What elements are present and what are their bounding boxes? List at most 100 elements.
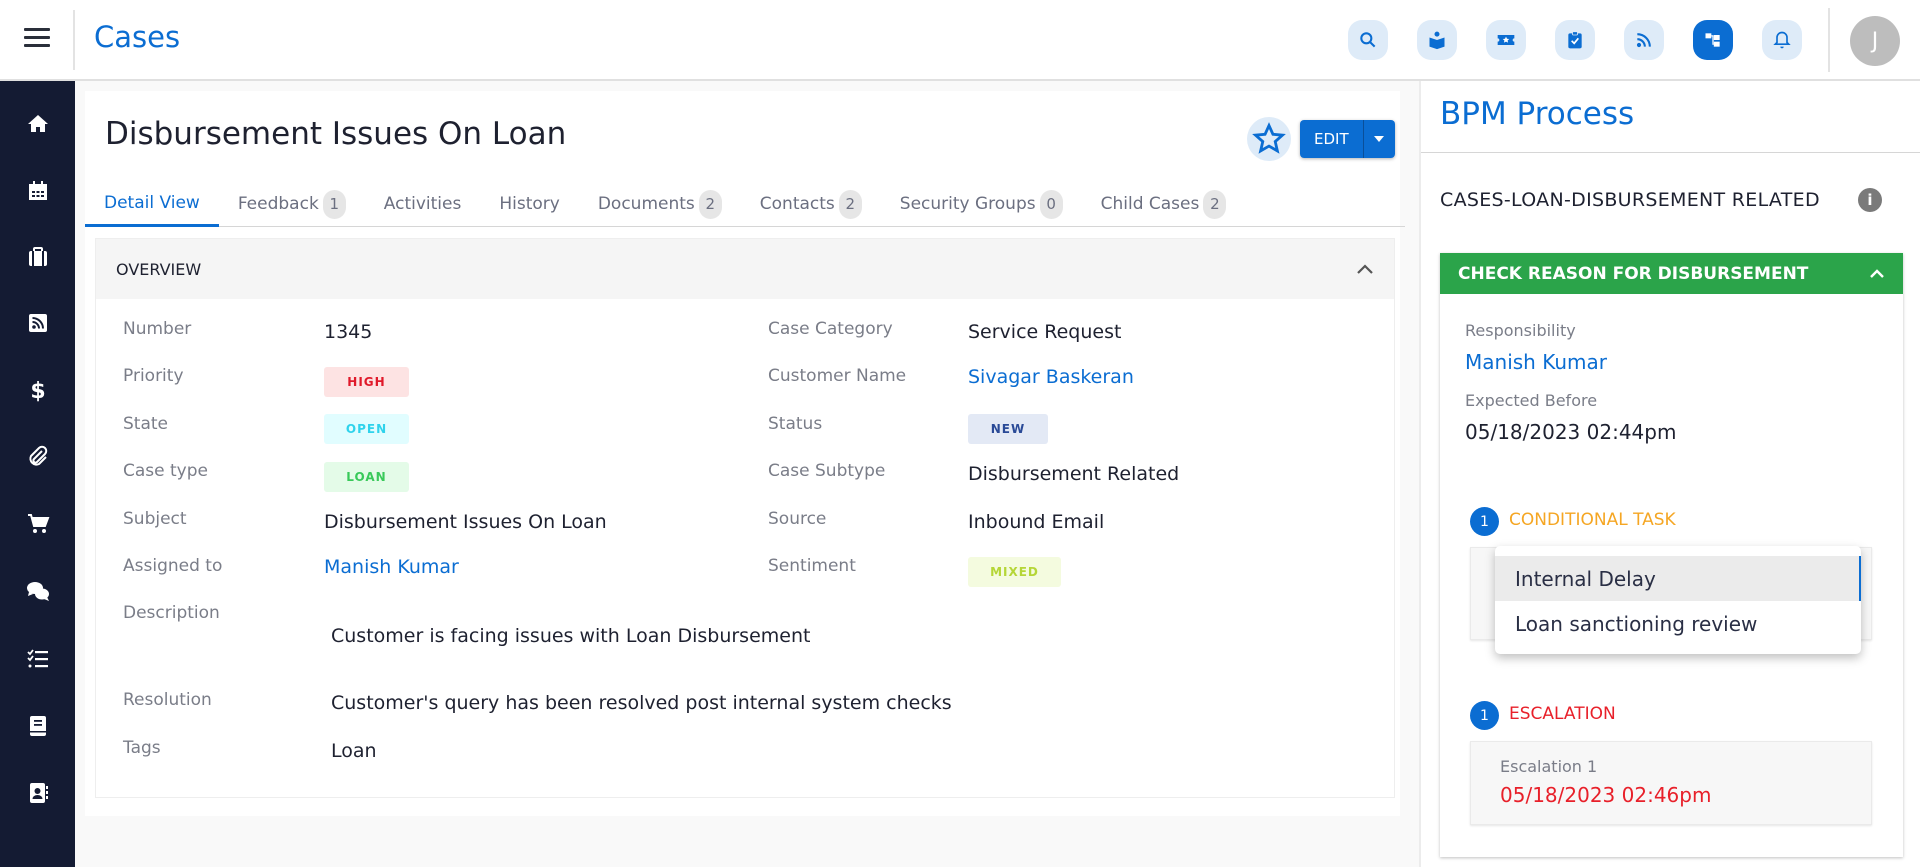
book-icon bbox=[29, 716, 46, 736]
tab-security-groups[interactable]: Security Groups 0 bbox=[881, 181, 1082, 227]
briefcase-icon bbox=[28, 247, 47, 266]
hamburger-icon[interactable] bbox=[24, 28, 50, 50]
overview-header[interactable]: OVERVIEW bbox=[96, 239, 1394, 299]
svg-text:$: $ bbox=[30, 379, 45, 402]
tab-label: Child Cases bbox=[1100, 194, 1200, 214]
sidebar-item-home[interactable] bbox=[0, 104, 75, 144]
sentiment-label: Sentiment bbox=[768, 556, 856, 576]
dropdown-option[interactable]: Loan sanctioning review bbox=[1495, 601, 1861, 646]
sidebar-item-feeds[interactable] bbox=[0, 303, 75, 343]
responsibility-label: Responsibility bbox=[1465, 321, 1576, 340]
tab-history[interactable]: History bbox=[480, 181, 578, 227]
escalation-item-time: 05/18/2023 02:46pm bbox=[1500, 783, 1712, 807]
sidebar-item-tasks[interactable] bbox=[0, 639, 75, 679]
tab-documents[interactable]: Documents 2 bbox=[579, 181, 741, 227]
assigned-label: Assigned to bbox=[123, 556, 223, 576]
tab-feedback[interactable]: Feedback 1 bbox=[219, 181, 365, 227]
tab-label: Documents bbox=[597, 194, 695, 214]
sidebar-item-attachments[interactable] bbox=[0, 437, 75, 477]
case-type-badge: LOAN bbox=[324, 462, 409, 492]
bpm-process-icon[interactable] bbox=[1693, 20, 1733, 60]
header-toolbar bbox=[1348, 20, 1802, 60]
sidebar-item-calendar[interactable] bbox=[0, 171, 75, 211]
process-name: CASES-LOAN-DISBURSEMENT RELATED bbox=[1440, 189, 1820, 211]
case-detail: Disbursement Issues On Loan EDIT Detail … bbox=[85, 91, 1405, 816]
stage-title: CHECK REASON FOR DISBURSEMENT bbox=[1458, 263, 1809, 284]
bpm-title: BPM Process bbox=[1440, 96, 1635, 132]
tab-count: 2 bbox=[1203, 189, 1227, 219]
paperclip-icon bbox=[28, 445, 47, 466]
resolution-label: Resolution bbox=[123, 690, 212, 710]
expected-label: Expected Before bbox=[1465, 391, 1598, 410]
resolution-value: Customer's query has been resolved post … bbox=[331, 692, 952, 714]
sidebar-item-contacts[interactable] bbox=[0, 773, 75, 813]
tab-count: 2 bbox=[838, 189, 862, 219]
knowledge-base-icon[interactable] bbox=[1417, 20, 1457, 60]
clipboard-check-icon[interactable] bbox=[1555, 20, 1595, 60]
divider bbox=[73, 10, 75, 70]
escalation-title: ESCALATION bbox=[1509, 704, 1616, 724]
tab-count: 0 bbox=[1039, 189, 1063, 219]
search-icon[interactable] bbox=[1348, 20, 1388, 60]
number-value: 1345 bbox=[324, 321, 373, 343]
case-type-label: Case type bbox=[123, 461, 208, 481]
sentiment-badge: MIXED bbox=[968, 557, 1061, 587]
chevron-up-icon[interactable] bbox=[1356, 263, 1374, 275]
overview-title: OVERVIEW bbox=[116, 259, 202, 279]
home-icon bbox=[27, 115, 48, 132]
stage-header[interactable]: CHECK REASON FOR DISBURSEMENT bbox=[1440, 253, 1903, 294]
rss-feed-icon[interactable] bbox=[1624, 20, 1664, 60]
tab-label: Security Groups bbox=[899, 194, 1036, 214]
conditional-count: 1 bbox=[1470, 507, 1499, 536]
sidebar-item-chat[interactable] bbox=[0, 571, 75, 611]
subject-value: Disbursement Issues On Loan bbox=[324, 511, 607, 533]
description-value: Customer is facing issues with Loan Disb… bbox=[331, 625, 811, 647]
customer-link[interactable]: Sivagar Baskeran bbox=[968, 366, 1134, 388]
main-area: Disbursement Issues On Loan EDIT Detail … bbox=[75, 81, 1419, 867]
escalation-box: Escalation 1 05/18/2023 02:46pm bbox=[1470, 741, 1872, 825]
bell-icon[interactable] bbox=[1762, 20, 1802, 60]
edit-button-group: EDIT bbox=[1300, 120, 1395, 158]
ticket-star-icon[interactable] bbox=[1486, 20, 1526, 60]
customer-label: Customer Name bbox=[768, 366, 907, 386]
tab-label: History bbox=[499, 194, 560, 214]
sidebar-item-billing[interactable]: $ bbox=[0, 370, 75, 410]
divider bbox=[1421, 152, 1920, 153]
chevron-up-icon bbox=[1870, 268, 1884, 278]
top-bar: Cases J bbox=[0, 0, 1920, 81]
tab-activities[interactable]: Activities bbox=[365, 181, 481, 227]
tab-count: 1 bbox=[322, 189, 346, 219]
dropdown-option[interactable]: Internal Delay bbox=[1495, 556, 1861, 601]
cart-icon bbox=[27, 514, 49, 533]
escalation-count: 1 bbox=[1470, 701, 1499, 730]
favorite-button[interactable] bbox=[1247, 117, 1291, 161]
edit-button[interactable]: EDIT bbox=[1300, 120, 1364, 158]
expected-value: 05/18/2023 02:44pm bbox=[1465, 420, 1677, 444]
edit-menu-button[interactable] bbox=[1363, 120, 1395, 158]
sidebar-item-cases[interactable] bbox=[0, 237, 75, 277]
subtype-label: Case Subtype bbox=[768, 461, 886, 481]
assigned-link[interactable]: Manish Kumar bbox=[324, 556, 459, 578]
tags-label: Tags bbox=[123, 738, 161, 758]
tab-detail-view[interactable]: Detail View bbox=[85, 181, 219, 227]
chat-icon bbox=[26, 582, 49, 601]
page-title: Disbursement Issues On Loan bbox=[105, 116, 567, 152]
description-label: Description bbox=[123, 603, 220, 623]
source-label: Source bbox=[768, 509, 827, 529]
tab-label: Feedback bbox=[237, 194, 319, 214]
state-badge: OPEN bbox=[324, 414, 409, 444]
sidebar-item-cart[interactable] bbox=[0, 504, 75, 544]
tab-contacts[interactable]: Contacts 2 bbox=[741, 181, 881, 227]
priority-badge: HIGH bbox=[324, 367, 409, 397]
avatar[interactable]: J bbox=[1850, 16, 1900, 66]
sidebar-item-knowledge[interactable] bbox=[0, 706, 75, 746]
tab-child-cases[interactable]: Child Cases 2 bbox=[1082, 181, 1246, 227]
bpm-panel: BPM Process CASES-LOAN-DISBURSEMENT RELA… bbox=[1419, 81, 1920, 867]
info-icon[interactable]: i bbox=[1858, 188, 1882, 212]
conditional-task-title: CONDITIONAL TASK bbox=[1509, 510, 1676, 530]
dollar-icon: $ bbox=[30, 379, 45, 402]
divider bbox=[1828, 8, 1830, 72]
category-value: Service Request bbox=[968, 321, 1122, 343]
subtype-value: Disbursement Related bbox=[968, 463, 1180, 485]
responsibility-link[interactable]: Manish Kumar bbox=[1465, 350, 1607, 374]
